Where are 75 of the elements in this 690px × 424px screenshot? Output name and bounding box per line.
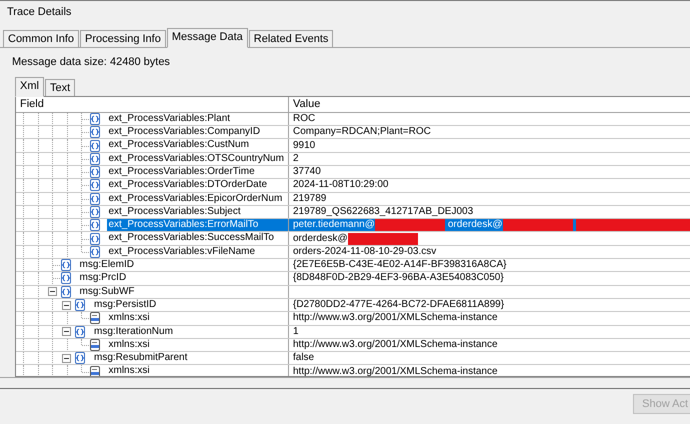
tab[interactable]: Processing Info — [80, 30, 166, 47]
field-name[interactable]: xmlns:xsi — [106, 312, 152, 325]
element-icon — [74, 326, 86, 338]
value-text: peter.tiedemann@ — [293, 219, 375, 232]
redaction-mark — [502, 219, 572, 232]
tab[interactable]: Common Info — [3, 30, 80, 47]
element-icon — [74, 299, 86, 312]
value-text: 1 — [293, 326, 299, 338]
element-icon — [88, 126, 100, 138]
element-icon — [88, 232, 100, 245]
value-text: orderdesk@ — [293, 232, 348, 245]
field-name[interactable]: ext_ProcessVariables:vFileName — [106, 246, 258, 258]
field-name[interactable]: ext_ProcessVariables:CompanyID — [106, 126, 262, 138]
field-name[interactable]: ext_ProcessVariables:CustNum — [106, 139, 251, 152]
field-name[interactable]: ext_ProcessVariables:OTSCountryNum — [106, 152, 286, 165]
element-icon — [88, 219, 100, 232]
field-name[interactable]: ext_ProcessVariables:EpicorOrderNum — [106, 192, 284, 205]
element-icon — [88, 192, 100, 205]
tab[interactable]: Message Data — [166, 28, 248, 48]
tab[interactable]: Related Events — [248, 30, 334, 47]
value-text: 9910 — [293, 140, 316, 152]
value-text: 219789 — [293, 192, 326, 205]
value-text: {2E7E6E5B-C43E-4E02-A14F-BF398316A8CA} — [293, 259, 506, 272]
element-icon — [88, 166, 100, 178]
element-icon — [88, 206, 100, 218]
field-name[interactable]: msg:IterationNum — [92, 326, 175, 338]
window-title: Trace Details — [6, 5, 72, 20]
element-icon — [88, 112, 100, 125]
value-text: 2 — [293, 152, 299, 165]
attribute-icon — [88, 338, 100, 351]
value-text: http://www.w3.org/2001/XMLSchema-instance — [293, 312, 498, 324]
field-name[interactable]: ext_ProcessVariables:SuccessMailTo — [106, 232, 276, 245]
value-text: {D2780DD2-477E-4264-BC72-DFAE6811A899} — [293, 299, 504, 312]
collapse-icon[interactable] — [48, 287, 57, 296]
field-name[interactable]: ext_ProcessVariables:OrderTime — [106, 166, 257, 178]
field-name[interactable]: ext_ProcessVariables:ErrorMailTo — [106, 219, 288, 232]
attribute-icon — [88, 312, 100, 324]
value-text: {8D848F0D-2B29-4EF3-96BA-A3E54083C050} — [293, 272, 504, 284]
element-icon — [88, 140, 100, 152]
value-text: ROC — [293, 112, 316, 125]
value-text: Company=RDCAN;Plant=ROC — [293, 126, 431, 138]
collapse-icon[interactable] — [62, 300, 72, 310]
size-label: Message data size: — [12, 56, 108, 70]
size-value: 42480 bytes — [110, 56, 170, 70]
field-name[interactable]: msg:SubWF — [78, 286, 137, 298]
tab[interactable]: Xml — [15, 76, 44, 97]
element-icon — [60, 286, 72, 298]
element-icon — [88, 179, 100, 192]
value-text: 37740 — [293, 166, 321, 178]
value-text: http://www.w3.org/2001/XMLSchema-instance — [293, 338, 498, 351]
field-name[interactable]: msg:PersistID — [92, 298, 158, 312]
element-icon — [88, 152, 100, 165]
field-name[interactable]: xmlns:xsi — [106, 365, 152, 376]
element-icon — [60, 259, 72, 272]
field-name[interactable]: ext_ProcessVariables:DTOrderDate — [106, 179, 270, 192]
value-text: orders-2024-11-08-10-29-03.csv — [293, 246, 436, 258]
field-name[interactable]: xmlns:xsi — [106, 338, 152, 352]
field-name[interactable]: ext_ProcessVariables:Plant — [106, 112, 232, 126]
field-name[interactable]: ext_ProcessVariables:Subject — [106, 206, 243, 218]
redaction-mark — [348, 232, 418, 245]
collapse-icon[interactable] — [62, 327, 72, 336]
value-text: 2024-11-08T10:29:00 — [293, 179, 388, 192]
element-icon — [88, 246, 100, 258]
tab[interactable]: Text — [44, 78, 76, 96]
collapse-icon[interactable] — [62, 354, 72, 363]
field-name[interactable]: msg:ResubmitParent — [92, 352, 190, 364]
value-text: 219789_QS622683_412717AB_DEJ003 — [293, 206, 474, 218]
element-icon — [60, 272, 72, 284]
field-name[interactable]: msg:ElemID — [78, 259, 136, 272]
field-name[interactable]: msg:PrcID — [78, 272, 128, 285]
value-text: false — [293, 352, 314, 364]
redaction-mark — [374, 219, 445, 232]
value-text: http://www.w3.org/2001/XMLSchema-instance — [293, 366, 498, 376]
element-icon — [74, 352, 86, 364]
value-text: orderdesk@ — [448, 219, 502, 232]
